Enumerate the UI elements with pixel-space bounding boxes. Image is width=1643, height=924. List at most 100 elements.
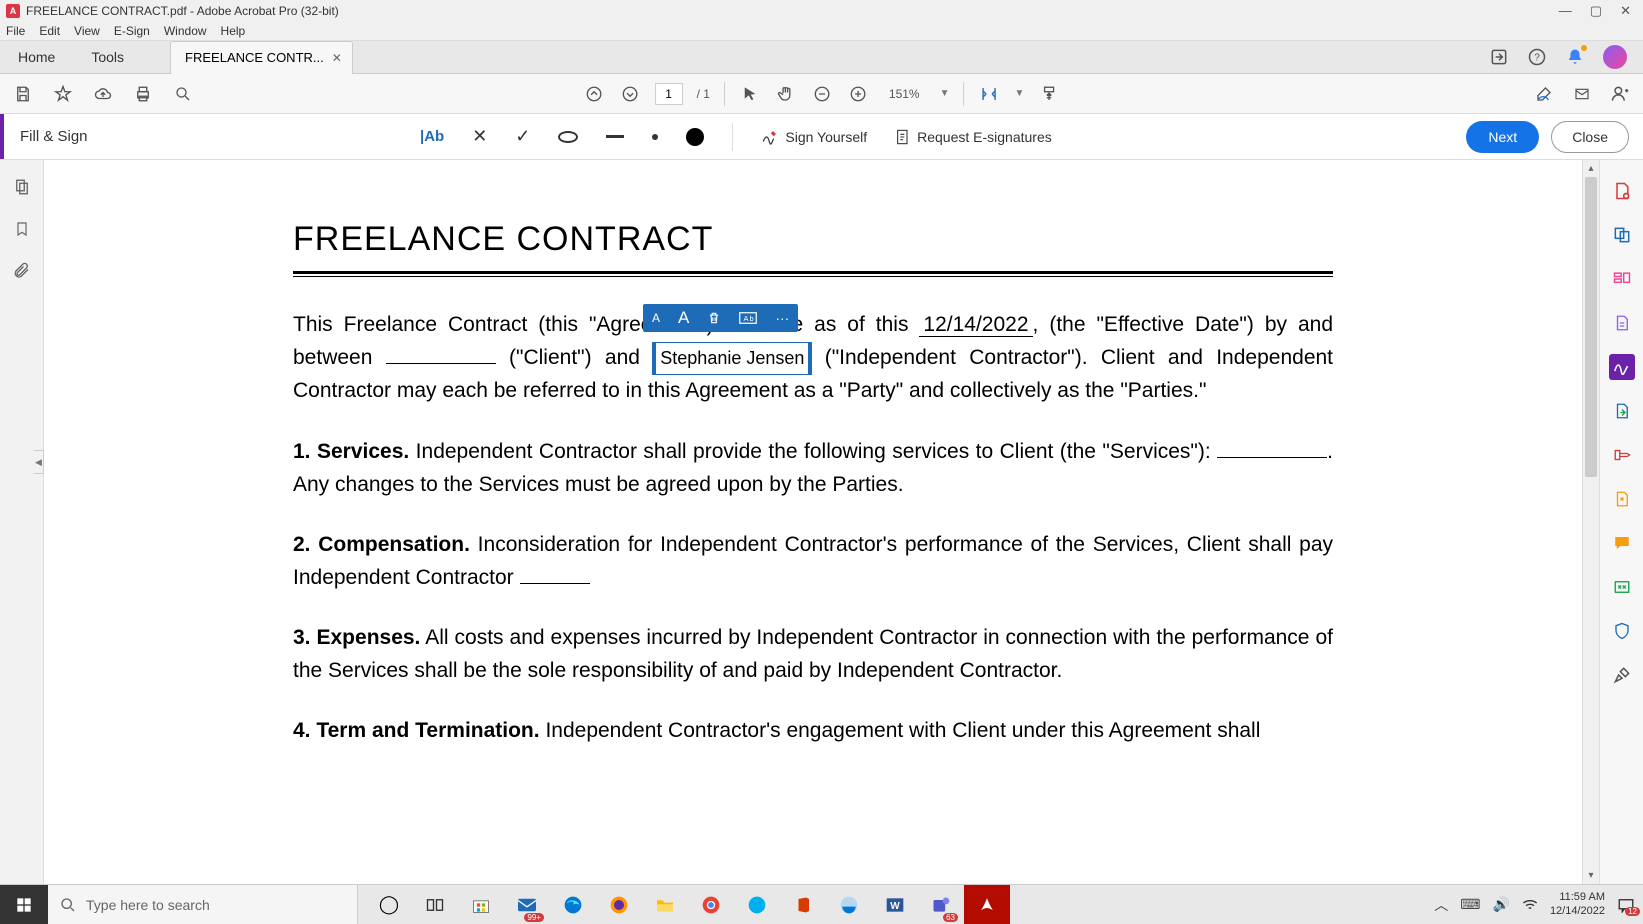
dot-tool[interactable] xyxy=(652,134,658,140)
menu-edit[interactable]: Edit xyxy=(39,24,60,38)
print-icon[interactable] xyxy=(132,83,154,105)
fit-width-icon[interactable] xyxy=(979,83,1001,105)
task-view-icon[interactable] xyxy=(412,885,458,924)
contractor-name-field[interactable]: Stephanie Jensen xyxy=(653,342,811,376)
window-maximize-button[interactable]: ▢ xyxy=(1590,3,1602,19)
office-icon[interactable] xyxy=(780,885,826,924)
date-field[interactable]: 12/14/2022 xyxy=(919,313,1032,337)
hand-tool-icon[interactable] xyxy=(775,83,797,105)
page-up-icon[interactable] xyxy=(583,83,605,105)
create-pdf-icon[interactable] xyxy=(1609,178,1635,204)
tray-volume-icon[interactable]: 🔊 xyxy=(1493,896,1510,913)
menu-window[interactable]: Window xyxy=(164,24,207,38)
cross-mark-tool[interactable]: ✕ xyxy=(472,126,487,147)
start-button[interactable] xyxy=(0,885,48,924)
notifications-bell-icon[interactable] xyxy=(1565,47,1585,67)
file-explorer-icon[interactable] xyxy=(642,885,688,924)
decrease-font-button[interactable]: A xyxy=(643,304,669,332)
taskbar-search[interactable]: Type here to search xyxy=(48,885,358,924)
document-view[interactable]: FREELANCE CONTRACT This Freelance Contra… xyxy=(44,160,1582,884)
export-pdf-icon[interactable] xyxy=(1609,310,1635,336)
services-blank[interactable] xyxy=(1217,457,1327,458)
window-close-button[interactable]: ✕ xyxy=(1620,3,1631,19)
close-button[interactable]: Close xyxy=(1551,121,1629,153)
menu-help[interactable]: Help xyxy=(221,24,246,38)
cortana-icon[interactable]: ◯ xyxy=(366,885,412,924)
bookmark-icon[interactable] xyxy=(14,220,30,238)
page-thumbnails-icon[interactable] xyxy=(13,178,31,196)
menu-esign[interactable]: E-Sign xyxy=(114,24,150,38)
zoom-value[interactable]: 151% xyxy=(883,85,926,103)
page-number-input[interactable] xyxy=(655,83,683,105)
scroll-mode-icon[interactable] xyxy=(1038,83,1060,105)
redact-icon[interactable] xyxy=(1609,574,1635,600)
zoom-out-icon[interactable] xyxy=(811,83,833,105)
acrobat-taskbar-icon[interactable] xyxy=(964,885,1010,924)
protect-icon[interactable] xyxy=(1609,618,1635,644)
tab-document[interactable]: FREELANCE CONTR... ✕ xyxy=(170,41,353,74)
firefox-icon[interactable] xyxy=(596,885,642,924)
action-center-icon[interactable]: 12 xyxy=(1617,897,1635,913)
fit-dropdown-icon[interactable]: ▼ xyxy=(1015,88,1025,99)
vertical-scrollbar[interactable]: ▴ ▾ xyxy=(1582,160,1599,884)
resize-handle-left[interactable] xyxy=(652,342,656,376)
zoom-in-icon[interactable] xyxy=(847,83,869,105)
tab-close-icon[interactable]: ✕ xyxy=(332,51,342,65)
tray-keyboard-icon[interactable]: ⌨ xyxy=(1460,896,1480,913)
email-icon[interactable] xyxy=(1571,83,1593,105)
chrome-icon[interactable] xyxy=(688,885,734,924)
edge-icon[interactable] xyxy=(550,885,596,924)
tab-tools[interactable]: Tools xyxy=(73,41,142,73)
delete-annotation-icon[interactable] xyxy=(698,304,730,332)
add-text-tool[interactable]: |Ab xyxy=(420,128,444,145)
check-mark-tool[interactable]: ✓ xyxy=(515,126,530,147)
menu-view[interactable]: View xyxy=(74,24,100,38)
share-icon[interactable] xyxy=(1489,47,1509,67)
increase-font-button[interactable]: A xyxy=(669,304,698,332)
add-person-icon[interactable] xyxy=(1609,83,1631,105)
organize-pages-icon[interactable] xyxy=(1609,398,1635,424)
user-avatar[interactable] xyxy=(1603,45,1627,69)
line-tool[interactable] xyxy=(606,135,624,138)
teams-icon[interactable]: 63 xyxy=(918,885,964,924)
combine-files-icon[interactable] xyxy=(1609,222,1635,248)
save-icon[interactable] xyxy=(12,83,34,105)
edit-tool-icon[interactable] xyxy=(1533,83,1555,105)
skype-icon[interactable] xyxy=(734,885,780,924)
client-blank[interactable] xyxy=(386,363,496,364)
selection-tool-icon[interactable] xyxy=(739,83,761,105)
compress-icon[interactable] xyxy=(1609,486,1635,512)
request-esignatures-button[interactable]: Request E-signatures xyxy=(895,128,1052,146)
collapse-rail-icon[interactable]: ◀ xyxy=(34,450,44,474)
taskbar-clock[interactable]: 11:59 AM 12/14/2022 xyxy=(1550,891,1605,917)
more-tools-icon[interactable] xyxy=(1609,662,1635,688)
tab-home[interactable]: Home xyxy=(0,41,73,73)
word-icon[interactable]: W xyxy=(872,885,918,924)
tray-wifi-icon[interactable] xyxy=(1522,899,1538,911)
stamp-icon[interactable] xyxy=(1609,442,1635,468)
tray-chevron-icon[interactable]: ︿ xyxy=(1434,895,1448,915)
comment-icon[interactable] xyxy=(1609,530,1635,556)
window-minimize-button[interactable]: — xyxy=(1559,3,1572,19)
star-icon[interactable] xyxy=(52,83,74,105)
menu-file[interactable]: File xyxy=(6,24,25,38)
scrollbar-thumb[interactable] xyxy=(1585,177,1597,477)
zoom-dropdown-icon[interactable]: ▼ xyxy=(940,88,950,99)
find-icon[interactable] xyxy=(172,83,194,105)
microsoft-store-icon[interactable] xyxy=(458,885,504,924)
scroll-down-arrow[interactable]: ▾ xyxy=(1583,867,1599,884)
cloud-upload-icon[interactable] xyxy=(92,83,114,105)
text-style-icon[interactable]: Ab xyxy=(730,304,766,332)
mail-icon[interactable]: 99+ xyxy=(504,885,550,924)
help-icon[interactable]: ? xyxy=(1527,47,1547,67)
sign-yourself-button[interactable]: Sign Yourself xyxy=(761,128,867,146)
scroll-up-arrow[interactable]: ▴ xyxy=(1583,160,1599,177)
filled-dot-tool[interactable] xyxy=(686,128,704,146)
more-options-icon[interactable]: ··· xyxy=(766,304,798,332)
compensation-blank[interactable] xyxy=(520,583,590,584)
circle-tool[interactable] xyxy=(558,131,578,143)
fillsign-tool-icon[interactable] xyxy=(1609,354,1635,380)
attachment-icon[interactable] xyxy=(13,262,31,280)
next-button[interactable]: Next xyxy=(1466,121,1539,153)
edit-pdf-icon[interactable] xyxy=(1609,266,1635,292)
